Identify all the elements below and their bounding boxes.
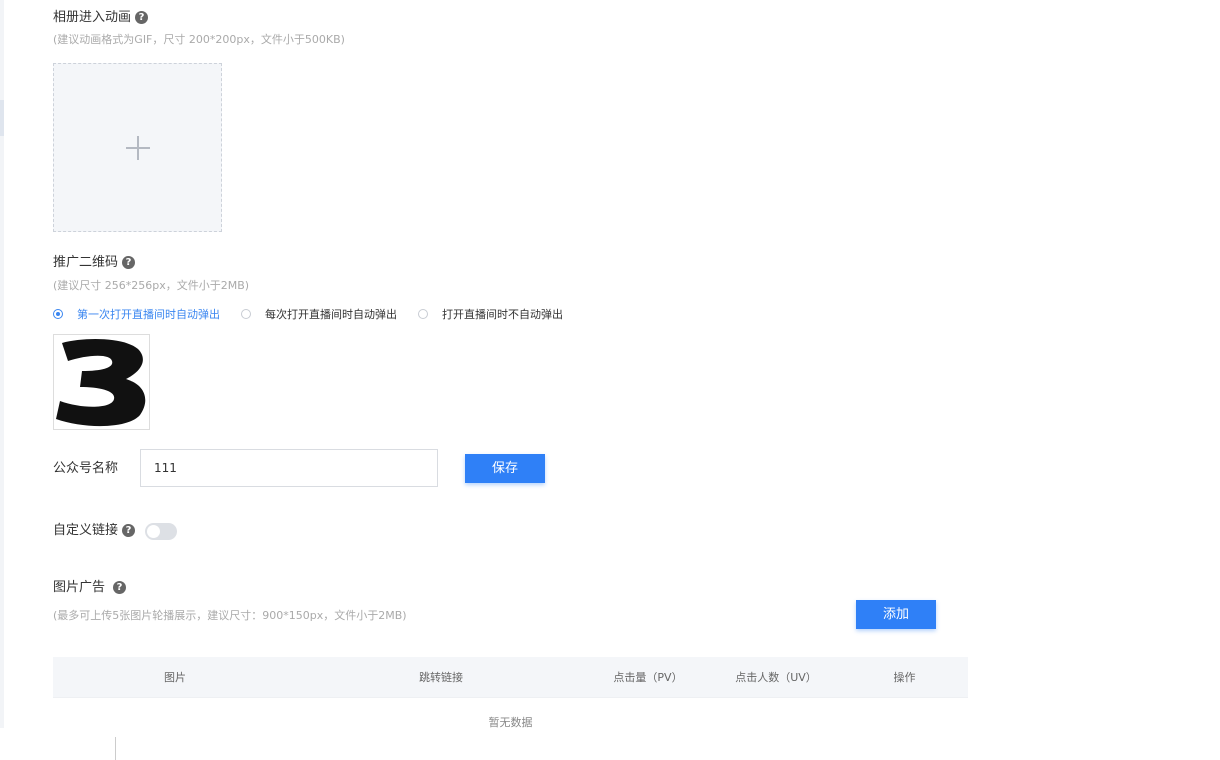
image-ad-hint: (最多可上传5张图片轮播展示，建议尺寸：900*150px，文件小于2MB) [53,609,407,622]
divider [115,737,116,760]
radio-no-popup[interactable]: 打开直播间时不自动弹出 [418,306,563,322]
table-header: 图片 跳转链接 点击量（PV） 点击人数（UV） 操作 [53,657,968,697]
column-header-link: 跳转链接 [419,671,463,684]
radio-label: 打开直播间时不自动弹出 [442,308,563,321]
account-name-label: 公众号名称 [53,461,119,476]
qrcode-title-row: 推广二维码? [53,254,136,272]
add-image-ad-button[interactable]: 添加 [856,600,936,629]
custom-link-toggle[interactable] [145,523,177,540]
radio-label: 第一次打开直播间时自动弹出 [77,308,220,321]
custom-link-label: 自定义链接 [53,523,119,538]
custom-link-title-row: 自定义链接? [53,522,136,540]
toggle-knob [147,525,160,538]
radio-unselected-icon [418,309,428,319]
radio-label: 每次打开直播间时自动弹出 [265,308,397,321]
qrcode-title: 推广二维码 [53,255,119,270]
radio-unselected-icon [241,309,251,319]
album-animation-title: 相册进入动画 [53,10,132,25]
help-icon[interactable]: ? [113,581,127,594]
help-icon[interactable]: ? [122,256,136,269]
image-ad-title-row: 图片广告? [53,579,127,597]
image-ad-table: 图片 跳转链接 点击量（PV） 点击人数（UV） 操作 暂无数据 [53,657,968,748]
table-empty-state: 暂无数据 [53,697,968,748]
album-animation-upload-button[interactable] [53,63,222,232]
album-animation-hint: (建议动画格式为GIF，尺寸 200*200px，文件小于500KB) [53,33,345,46]
help-icon[interactable]: ? [135,11,149,24]
radio-first-open-popup[interactable]: 第一次打开直播间时自动弹出 [53,306,220,322]
column-header-image: 图片 [164,671,186,684]
album-animation-title-row: 相册进入动画? [53,9,149,27]
account-name-input[interactable]: 111 [140,449,438,487]
qrcode-popup-radio-group: 第一次打开直播间时自动弹出 每次打开直播间时自动弹出 打开直播间时不自动弹出 [53,306,584,322]
qrcode-image[interactable] [53,334,150,430]
plus-icon-vertical [137,136,139,160]
help-icon[interactable]: ? [122,524,136,537]
image-ad-title: 图片广告 [53,580,106,595]
qrcode-image-graphic [56,339,146,427]
column-header-pv: 点击量（PV） [613,671,683,684]
left-rail-indicator [0,100,4,136]
column-header-actions: 操作 [893,671,916,684]
radio-every-open-popup[interactable]: 每次打开直播间时自动弹出 [241,306,397,322]
qrcode-hint: (建议尺寸 256*256px，文件小于2MB) [53,279,250,292]
column-header-uv: 点击人数（UV） [735,671,817,684]
save-button[interactable]: 保存 [465,454,545,483]
radio-selected-icon [53,309,63,319]
